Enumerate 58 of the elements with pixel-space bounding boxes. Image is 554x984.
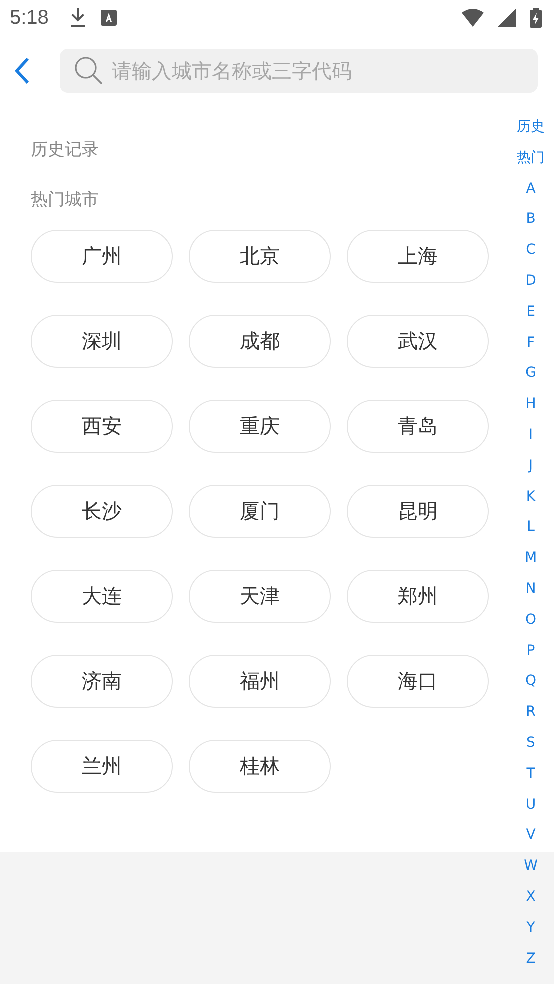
city-button[interactable]: 成都 [189,315,331,368]
city-button[interactable]: 海口 [347,655,489,708]
index-letter[interactable]: D [526,266,536,297]
signal-icon [498,9,516,27]
index-letter[interactable]: E [526,296,536,328]
city-button[interactable]: 厦门 [189,485,331,538]
city-button[interactable]: 兰州 [31,740,173,793]
index-letter[interactable]: P [526,636,536,666]
city-button[interactable]: 青岛 [347,400,489,453]
index-letter[interactable]: 历史 [517,112,545,143]
index-letter[interactable]: J [528,450,534,482]
index-letter[interactable]: O [525,604,537,636]
city-button[interactable]: 昆明 [347,485,489,538]
index-letter[interactable]: Y [526,912,536,944]
index-letter[interactable]: Z [526,944,536,974]
city-button[interactable]: 福州 [189,655,331,708]
index-letter[interactable]: 热门 [517,142,545,174]
city-button[interactable]: 武汉 [347,315,489,368]
city-button[interactable]: 重庆 [189,400,331,453]
index-letter[interactable]: K [526,482,536,512]
city-button[interactable]: 广州 [31,230,173,283]
city-button[interactable]: 上海 [347,230,489,283]
index-letter[interactable]: C [526,235,536,266]
index-letter[interactable]: H [526,389,536,420]
city-button[interactable]: 郑州 [347,570,489,623]
index-letter[interactable]: X [526,882,536,913]
section-title: 热门城市 [31,189,99,212]
index-letter[interactable]: V [526,820,536,852]
download-icon [68,8,87,28]
index-letter[interactable]: M [524,543,538,574]
index-letter[interactable]: F [526,328,536,358]
city-button[interactable]: 天津 [189,570,331,623]
index-letter[interactable]: U [526,790,536,820]
index-letter[interactable]: A [526,174,536,204]
index-letter[interactable]: Q [525,666,537,698]
wifi-icon [462,9,484,27]
index-letter[interactable]: L [527,512,535,544]
back-icon[interactable] [14,57,30,85]
battery-icon [530,8,542,28]
index-letter[interactable]: R [526,697,536,728]
search-field[interactable]: 请输入城市名称或三字代码 [60,49,538,93]
section-title: 历史记录 [31,139,99,162]
font-icon [100,10,117,26]
status-time: 5:18 [10,6,49,30]
index-letter[interactable]: I [528,420,534,451]
index-letter[interactable]: T [526,758,536,790]
index-letter[interactable]: W [524,851,538,882]
city-button[interactable]: 北京 [189,230,331,283]
city-button[interactable]: 桂林 [189,740,331,793]
index-letter[interactable]: S [526,728,536,759]
index-letter[interactable]: B [526,204,536,236]
index-letter[interactable]: N [526,574,536,605]
index-letter[interactable]: G [526,358,536,390]
city-button[interactable]: 深圳 [31,315,173,368]
city-button[interactable]: 西安 [31,400,173,453]
city-button[interactable]: 长沙 [31,485,173,538]
city-button[interactable]: 大连 [31,570,173,623]
city-button[interactable]: 济南 [31,655,173,708]
